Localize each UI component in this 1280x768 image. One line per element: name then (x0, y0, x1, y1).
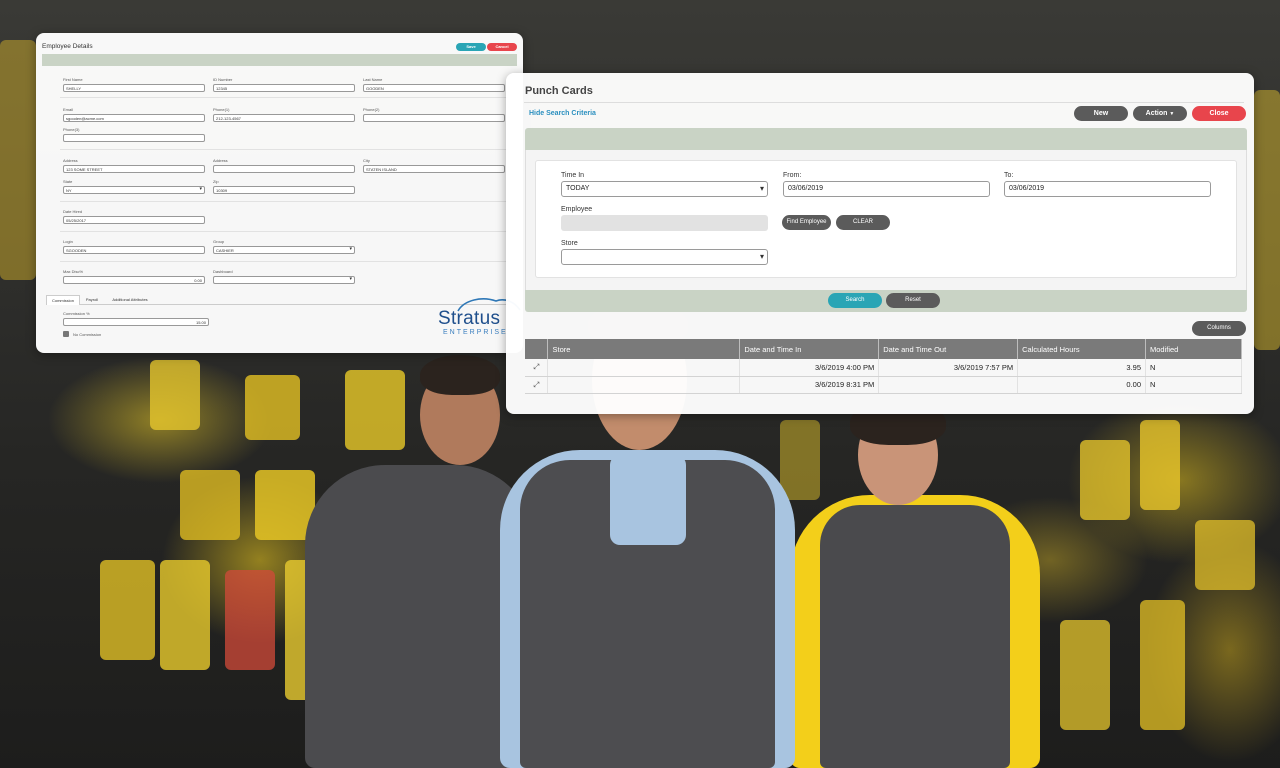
dashboard-label: Dashboard (213, 269, 233, 274)
city-field[interactable]: STATEN ISLAND (363, 165, 505, 173)
dashboard-select[interactable] (213, 276, 355, 284)
col-date-time-in[interactable]: Date and Time In (739, 339, 880, 359)
email-label: Email (63, 107, 74, 112)
commission-label: Commission % (63, 311, 90, 316)
hide-search-criteria-link[interactable]: Hide Search Criteria (529, 110, 596, 117)
cancel-button[interactable]: Cancel (487, 43, 517, 51)
address1-field[interactable]: 123 SOME STREET (63, 165, 205, 173)
no-commission-label: No Commission (73, 332, 102, 337)
zip-field[interactable]: 10309 (213, 186, 355, 194)
cell-date-time-in: 3/6/2019 8:31 PM (739, 376, 880, 394)
from-label: From: (783, 172, 802, 179)
date-hired-label: Date Hired (63, 209, 83, 214)
table-row[interactable]: ⤢ 3/6/2019 4:00 PM 3/6/2019 7:57 PM 3.95… (525, 359, 1242, 377)
close-button[interactable]: Close (1192, 106, 1246, 121)
search-panel-band (525, 128, 1247, 150)
phone3-label: Phone(3) (63, 127, 80, 132)
address2-label: Address (213, 158, 228, 163)
cell-date-time-in: 3/6/2019 4:00 PM (739, 359, 880, 377)
store-label: Store (561, 240, 578, 247)
save-button[interactable]: Save (456, 43, 486, 51)
phone3-field[interactable] (63, 134, 205, 142)
find-employee-button[interactable]: Find Employee (782, 215, 831, 230)
col-edit (525, 339, 549, 359)
edit-icon[interactable]: ⤢ (525, 376, 549, 394)
employee-header-band (42, 54, 517, 66)
reset-button[interactable]: Reset (886, 293, 940, 308)
tab-additional-attributes[interactable]: Additional Attributes (104, 295, 156, 305)
col-date-time-out[interactable]: Date and Time Out (878, 339, 1019, 359)
cell-store (547, 359, 741, 377)
col-modified[interactable]: Modified (1145, 339, 1242, 359)
city-label: City (363, 158, 370, 163)
first-name-label: First Name (63, 77, 83, 82)
state-label: State (63, 179, 73, 184)
phone2-field[interactable] (363, 114, 505, 122)
cell-date-time-out: 3/6/2019 7:57 PM (878, 359, 1019, 377)
no-commission-checkbox[interactable] (63, 331, 69, 337)
new-button[interactable]: New (1074, 106, 1128, 121)
punch-cards-title: Punch Cards (525, 85, 593, 97)
columns-button[interactable]: Columns (1192, 321, 1246, 336)
action-button[interactable]: Action ▼ (1133, 106, 1187, 121)
time-in-select[interactable]: TODAY (561, 181, 768, 197)
id-number-field[interactable]: 12345 (213, 84, 355, 92)
employee-details-title: Employee Details (42, 43, 93, 50)
phone1-field[interactable]: 212-123-4567 (213, 114, 355, 122)
store-select[interactable] (561, 249, 768, 265)
tab-commission[interactable]: Commission (46, 295, 80, 305)
employee-details-window: Employee Details Save Cancel First Name … (36, 33, 523, 353)
to-label: To: (1004, 172, 1014, 179)
cell-modified: N (1145, 359, 1242, 377)
to-date-field[interactable]: 03/06/2019 (1004, 181, 1211, 197)
edit-icon[interactable]: ⤢ (525, 359, 549, 377)
col-calculated-hours[interactable]: Calculated Hours (1017, 339, 1146, 359)
state-select[interactable]: NY (63, 186, 205, 194)
cell-calculated-hours: 0.00 (1017, 376, 1146, 394)
table-header-row: Store Date and Time In Date and Time Out… (525, 339, 1242, 359)
col-store[interactable]: Store (547, 339, 741, 359)
time-in-label: Time In (561, 172, 585, 179)
date-hired-field[interactable]: 05/25/2017 (63, 216, 205, 224)
title-divider (524, 102, 1244, 103)
phone1-label: Phone(1) (213, 107, 230, 112)
address2-field[interactable] (213, 165, 355, 173)
last-name-field[interactable]: GOODEN (363, 84, 505, 92)
group-label: Group (213, 239, 225, 244)
first-name-field[interactable]: SHELLY (63, 84, 205, 92)
search-button[interactable]: Search (828, 293, 882, 308)
cell-calculated-hours: 3.95 (1017, 359, 1146, 377)
caret-down-icon: ▼ (1169, 111, 1175, 117)
cell-modified: N (1145, 376, 1242, 394)
punch-cards-window: Punch Cards Hide Search Criteria New Act… (506, 73, 1254, 414)
employee-field[interactable] (561, 215, 768, 231)
login-field[interactable]: SGOODEN (63, 246, 205, 254)
id-number-label: ID Number (213, 77, 233, 82)
cell-store (547, 376, 741, 394)
employee-label: Employee (561, 206, 593, 213)
cell-date-time-out (878, 376, 1019, 394)
table-row[interactable]: ⤢ 3/6/2019 8:31 PM 0.00 N (525, 376, 1242, 394)
login-label: Login (63, 239, 73, 244)
max-disc-field[interactable]: 0.00 (63, 276, 205, 284)
clear-button[interactable]: CLEAR (836, 215, 890, 230)
commission-field[interactable]: 15.00 (63, 318, 209, 326)
group-select[interactable]: CASHIER (213, 246, 355, 254)
from-date-field[interactable]: 03/06/2019 (783, 181, 990, 197)
tab-payroll[interactable]: Payroll (81, 295, 103, 305)
zip-label: Zip (213, 179, 219, 184)
max-disc-label: Max Disc% (63, 269, 84, 274)
last-name-label: Last Name (363, 77, 383, 82)
email-field[interactable]: sgooden@acme.com (63, 114, 205, 122)
punch-cards-table: Store Date and Time In Date and Time Out… (525, 339, 1242, 394)
phone2-label: Phone(2) (363, 107, 380, 112)
address1-label: Address (63, 158, 78, 163)
